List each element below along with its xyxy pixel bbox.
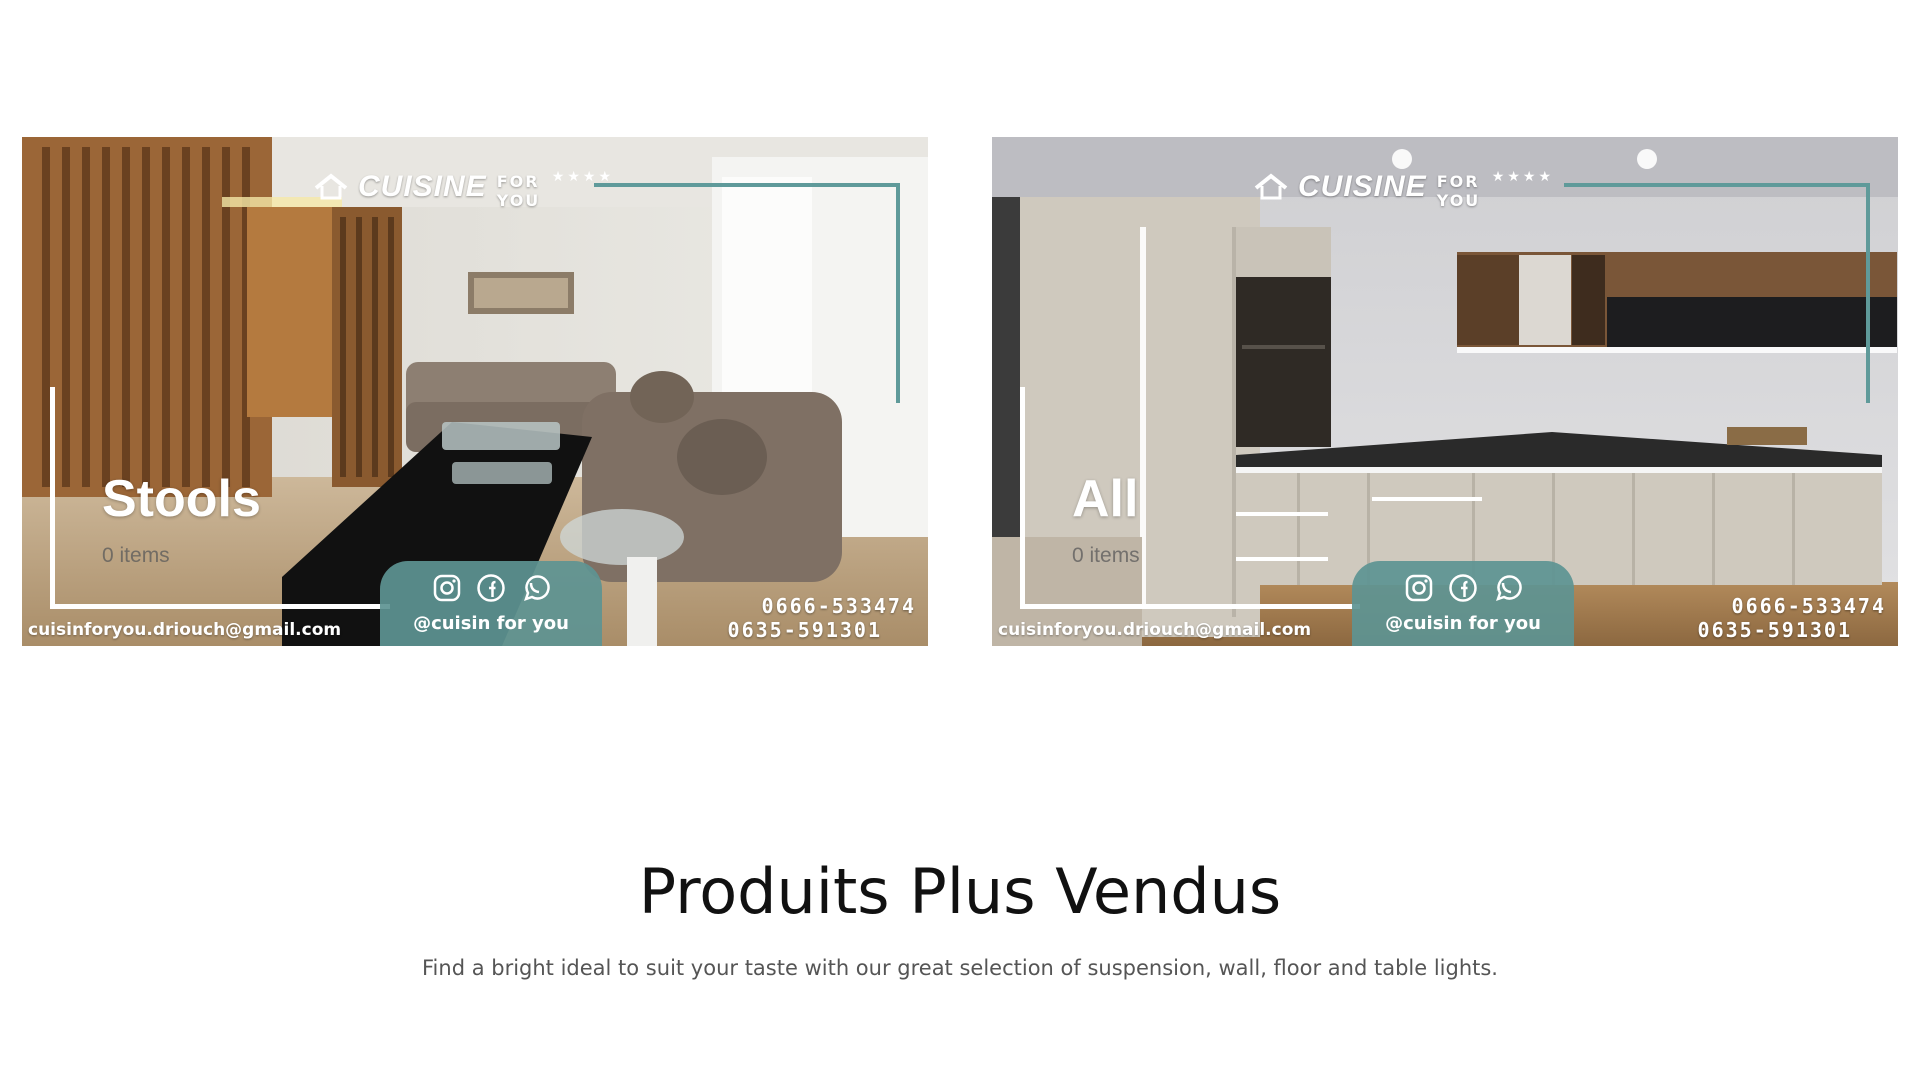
- social-handle: @cuisin for you: [1385, 613, 1541, 634]
- decorative-frame: [1020, 387, 1360, 609]
- brand-logo: CUISINE FOR YOU ★★★★: [1254, 157, 1554, 217]
- house-icon: [314, 172, 348, 202]
- whatsapp-icon: [1492, 573, 1522, 603]
- brand-name: CUISINE: [1298, 170, 1427, 203]
- whatsapp-icon: [520, 573, 550, 603]
- brand-name: CUISINE: [358, 170, 487, 203]
- brand-tagline: FOR YOU: [1436, 172, 1481, 210]
- category-title: All: [1072, 470, 1139, 528]
- contact-phones: 0666-533474 0635-591301: [728, 594, 916, 642]
- brand-tagline: FOR YOU: [496, 172, 541, 210]
- category-item-count: 0 items: [1072, 544, 1140, 567]
- phone-number: 0635-591301: [1697, 618, 1852, 642]
- decorative-frame: [1564, 183, 1870, 403]
- phone-number: 0666-533474: [1731, 594, 1886, 618]
- instagram-icon: [1404, 573, 1434, 603]
- section-title: Produits Plus Vendus: [638, 855, 1282, 928]
- instagram-icon: [432, 573, 462, 603]
- category-title: Stools: [102, 470, 261, 528]
- house-icon: [1254, 172, 1288, 202]
- category-item-count: 0 items: [102, 544, 170, 567]
- category-card-stools[interactable]: CUISINE FOR YOU ★★★★ Stools 0 items @cui…: [22, 137, 928, 646]
- facebook-icon: [476, 573, 506, 603]
- brand-logo: CUISINE FOR YOU ★★★★: [314, 157, 614, 217]
- contact-phones: 0666-533474 0635-591301: [1698, 594, 1886, 642]
- category-card-all[interactable]: CUISINE FOR YOU ★★★★ All 0 items @cuisin…: [992, 137, 1898, 646]
- stars-icon: ★★★★: [1491, 169, 1554, 185]
- facebook-icon: [1448, 573, 1478, 603]
- phone-number: 0666-533474: [761, 594, 916, 618]
- contact-email: cuisinforyou.driouch@gmail.com: [998, 620, 1312, 640]
- section-description: Find a bright ideal to suit your taste w…: [422, 956, 1498, 980]
- contact-email: cuisinforyou.driouch@gmail.com: [28, 620, 342, 640]
- social-tab: @cuisin for you: [1352, 561, 1574, 646]
- stars-icon: ★★★★: [551, 169, 614, 185]
- social-handle: @cuisin for you: [413, 613, 569, 634]
- phone-number: 0635-591301: [727, 618, 882, 642]
- decorative-frame: [594, 183, 900, 403]
- social-tab: @cuisin for you: [380, 561, 602, 646]
- page: CUISINE FOR YOU ★★★★ Stools 0 items @cui…: [0, 0, 1920, 1084]
